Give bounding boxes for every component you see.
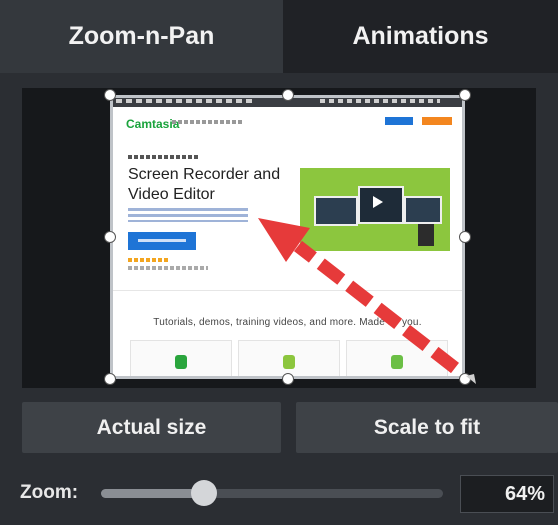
site-nav-button (385, 117, 413, 125)
site-feature-card (130, 340, 232, 379)
zoom-slider-fill (101, 489, 204, 498)
feature-icon (391, 355, 403, 369)
site-rating-stars (128, 258, 168, 262)
zoom-percent-field[interactable] (460, 475, 554, 513)
actual-size-button[interactable]: Actual size (22, 402, 281, 453)
resize-handle-right[interactable] (459, 231, 471, 243)
tab-bar: Zoom-n-Pan Animations (0, 0, 558, 73)
resize-handle-top-right[interactable] (459, 89, 471, 101)
resize-handle-top[interactable] (282, 89, 294, 101)
zoom-frame-thumbnail[interactable]: Camtasia Screen Recorder and Video Edito… (110, 95, 465, 379)
site-tagline: Tutorials, demos, training videos, and m… (153, 317, 422, 328)
tab-animations[interactable]: Animations (283, 0, 558, 73)
site-hero-image (300, 168, 450, 251)
site-body-copy (128, 208, 248, 222)
site-cta-button (128, 232, 196, 250)
site-headline: Screen Recorder and Video Editor (128, 166, 281, 203)
resize-handle-left[interactable] (104, 231, 116, 243)
site-nav-button-orange (422, 117, 452, 125)
resize-handle-bottom-left[interactable] (104, 373, 116, 385)
resize-handle-top-left[interactable] (104, 89, 116, 101)
site-feature-card (346, 340, 448, 379)
feature-icon (175, 355, 187, 369)
resize-handle-bottom[interactable] (282, 373, 294, 385)
feature-icon (283, 355, 295, 369)
scale-to-fit-button[interactable]: Scale to fit (296, 402, 558, 453)
zoom-slider-handle[interactable] (190, 480, 217, 506)
zoom-label: Zoom: (20, 482, 79, 503)
resize-handle-bottom-right[interactable] (459, 373, 471, 385)
play-icon (373, 196, 383, 208)
tab-zoom-n-pan[interactable]: Zoom-n-Pan (0, 0, 283, 73)
